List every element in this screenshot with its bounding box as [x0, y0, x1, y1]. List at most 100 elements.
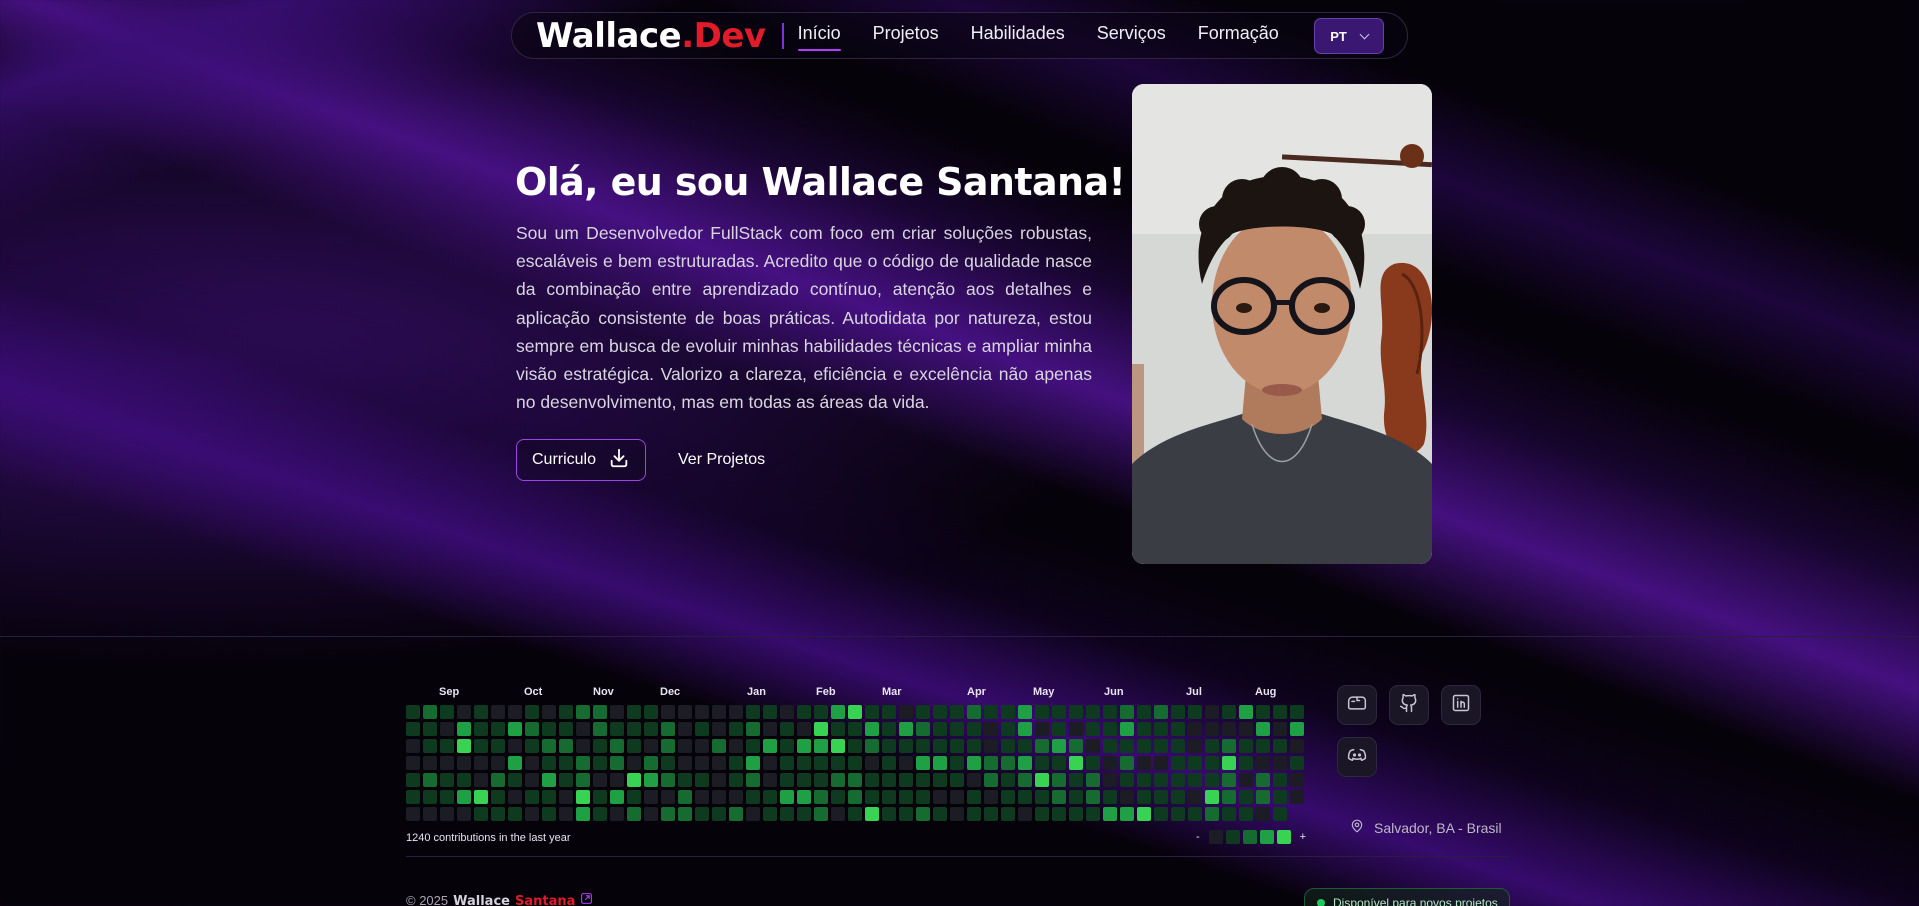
contribution-day — [1239, 807, 1253, 821]
contribution-day — [1205, 722, 1219, 736]
contribution-day — [967, 807, 981, 821]
hero-title: Olá, eu sou Wallace Santana! — [515, 160, 1126, 204]
nav-link-formacao[interactable]: Formação — [1198, 23, 1279, 48]
contribution-day — [780, 790, 794, 804]
contribution-day — [610, 722, 624, 736]
contribution-day — [831, 705, 845, 719]
contribution-day — [763, 773, 777, 787]
contribution-day — [1103, 705, 1117, 719]
contribution-day — [1052, 807, 1066, 821]
contribution-day — [457, 756, 471, 770]
contribution-day — [627, 705, 641, 719]
contribution-day — [1154, 773, 1168, 787]
contribution-day — [508, 773, 522, 787]
contribution-day — [423, 790, 437, 804]
contribution-day — [1188, 773, 1202, 787]
contribution-day — [695, 705, 709, 719]
contribution-day — [1103, 773, 1117, 787]
contribution-day — [712, 722, 726, 736]
contribution-day — [457, 705, 471, 719]
site-logo[interactable]: Wallace.Dev — [536, 19, 766, 53]
contribution-day — [1256, 807, 1270, 821]
contribution-day — [967, 705, 981, 719]
contribution-day — [746, 739, 760, 753]
language-select[interactable]: PT — [1314, 18, 1384, 54]
email-button[interactable] — [1337, 685, 1377, 725]
contribution-day — [1205, 705, 1219, 719]
contribution-day — [1137, 773, 1151, 787]
contribution-day — [1256, 722, 1270, 736]
contribution-day — [474, 705, 488, 719]
contribution-day — [525, 705, 539, 719]
contribution-day — [1086, 790, 1100, 804]
github-button[interactable] — [1389, 685, 1429, 725]
discord-button[interactable] — [1337, 737, 1377, 777]
nav-link-servicos[interactable]: Serviços — [1097, 23, 1166, 48]
contribution-day — [610, 739, 624, 753]
contribution-day — [1120, 722, 1134, 736]
contribution-day — [933, 722, 947, 736]
contribution-day — [882, 722, 896, 736]
contribution-day — [780, 705, 794, 719]
contribution-day — [559, 790, 573, 804]
contribution-day — [695, 773, 709, 787]
contribution-day — [678, 807, 692, 821]
contribution-day — [542, 756, 556, 770]
contribution-day — [661, 807, 675, 821]
contribution-day — [1018, 790, 1032, 804]
contribution-day — [593, 722, 607, 736]
contribution-day — [1069, 773, 1083, 787]
nav-link-habilidades[interactable]: Habilidades — [971, 23, 1065, 48]
external-link-icon[interactable] — [580, 892, 593, 906]
contribution-day — [508, 790, 522, 804]
contribution-day — [559, 739, 573, 753]
contribution-day — [576, 790, 590, 804]
contribution-day — [950, 722, 964, 736]
contribution-day — [865, 773, 879, 787]
contribution-day — [763, 790, 777, 804]
contribution-day — [1137, 807, 1151, 821]
contribution-day — [967, 790, 981, 804]
contribution-day — [1069, 705, 1083, 719]
download-cv-button[interactable]: Curriculo — [516, 439, 646, 481]
legend-swatch — [1276, 830, 1291, 844]
contribution-day — [576, 756, 590, 770]
contribution-day — [1035, 807, 1049, 821]
month-label: Mar — [882, 686, 902, 698]
contribution-day — [1137, 756, 1151, 770]
contribution-day — [1120, 756, 1134, 770]
contribution-day — [933, 756, 947, 770]
month-label: Nov — [593, 686, 614, 698]
contribution-day — [984, 756, 998, 770]
contribution-day — [933, 705, 947, 719]
contribution-day — [627, 722, 641, 736]
contribution-day — [1086, 756, 1100, 770]
nav-link-inicio[interactable]: Início — [797, 23, 841, 51]
contribution-day — [423, 739, 437, 753]
contribution-day — [1290, 739, 1304, 753]
contribution-day — [882, 790, 896, 804]
contribution-day — [474, 807, 488, 821]
contribution-day — [406, 790, 420, 804]
linkedin-button[interactable] — [1441, 685, 1481, 725]
contribution-day — [899, 773, 913, 787]
contribution-day — [661, 790, 675, 804]
legend-swatch — [1242, 830, 1257, 844]
contribution-day — [457, 739, 471, 753]
contribution-day — [1103, 756, 1117, 770]
contribution-day — [797, 722, 811, 736]
contribution-day — [440, 705, 454, 719]
contribution-day — [1052, 722, 1066, 736]
contribution-day — [542, 705, 556, 719]
contribution-day — [627, 773, 641, 787]
contribution-day — [440, 722, 454, 736]
contribution-day — [423, 773, 437, 787]
view-projects-button[interactable]: Ver Projetos — [678, 439, 765, 481]
contribution-day — [950, 756, 964, 770]
contribution-day — [593, 773, 607, 787]
nav-link-projetos[interactable]: Projetos — [873, 23, 939, 48]
contribution-day — [1239, 773, 1253, 787]
month-label: Feb — [816, 686, 836, 698]
contribution-day — [559, 722, 573, 736]
contribution-day — [440, 773, 454, 787]
